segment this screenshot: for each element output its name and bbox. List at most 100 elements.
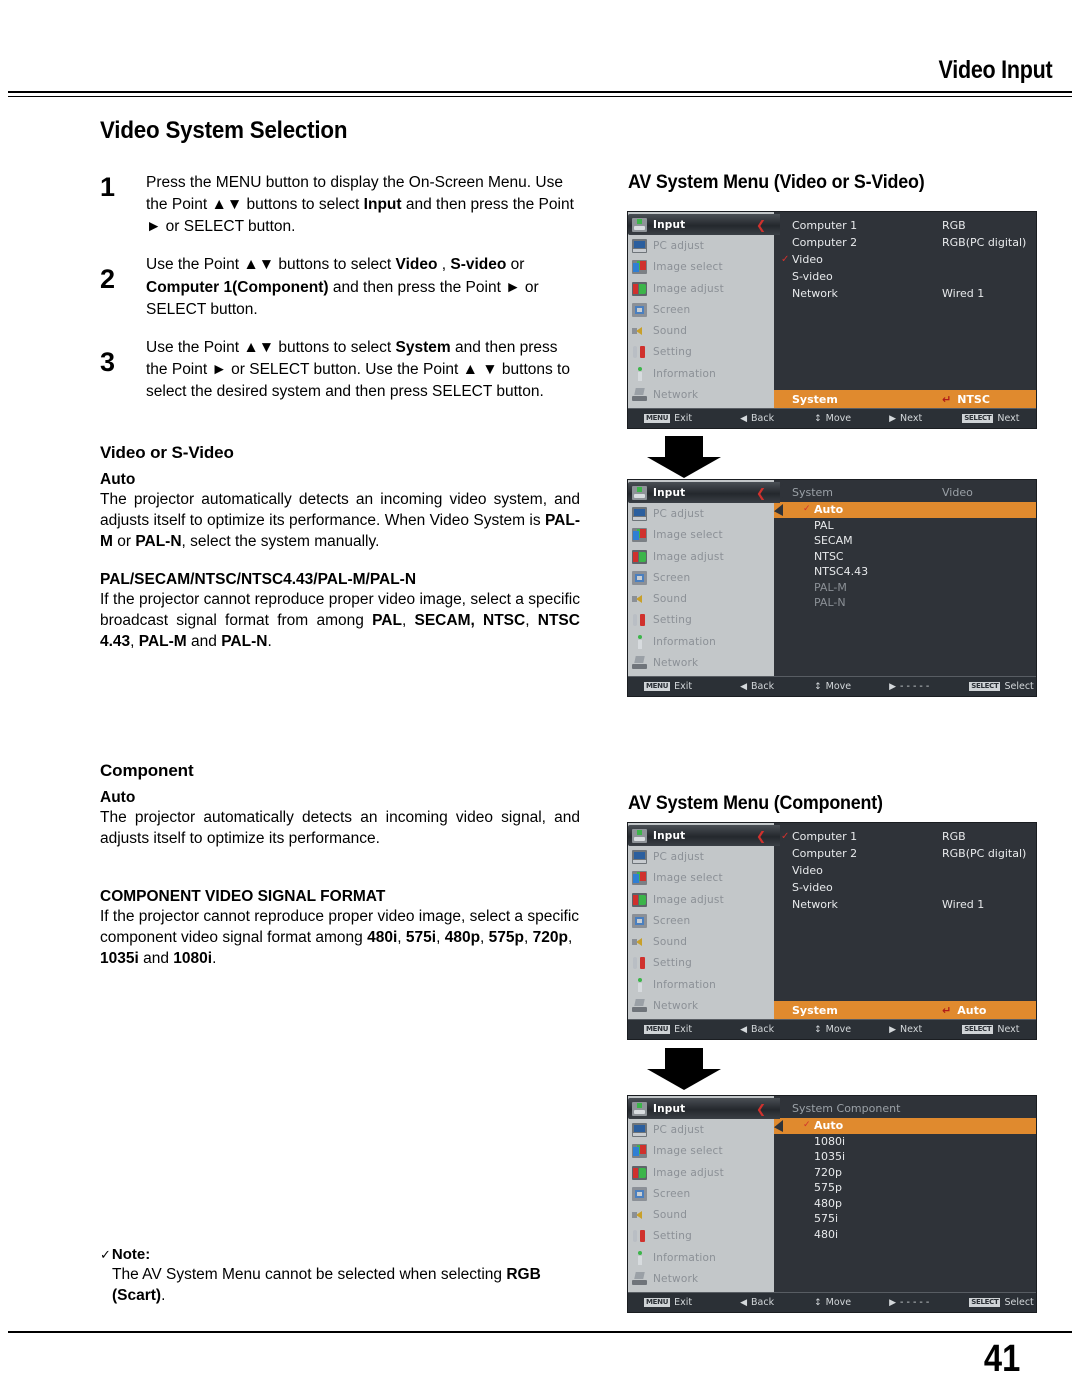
direction-icon: ↕ — [814, 681, 822, 692]
osd-system-list-item[interactable]: 1035i — [792, 1149, 1026, 1165]
osd-3-sidebar[interactable]: Input ❮ PC adjust Image select Image adjust S… — [628, 823, 780, 1019]
osd-sidebar-item-sound[interactable]: Sound — [628, 320, 774, 341]
osd-sidebar-item-setting[interactable]: Setting — [628, 610, 774, 631]
osd-sidebar-item-input[interactable]: Input ❮ — [628, 1098, 780, 1120]
osd-system-list-item[interactable]: PAL — [792, 518, 1026, 534]
key-cap: MENU — [644, 682, 671, 691]
osd-sidebar-item-screen[interactable]: Screen — [628, 1183, 774, 1204]
osd-menu-3[interactable]: Input ❮ PC adjust Image select Image adjust S… — [628, 823, 1037, 1039]
osd-system-list-item[interactable]: 480i — [792, 1227, 1026, 1243]
osd-system-list-item[interactable]: NTSC4.43 — [792, 564, 1026, 580]
osd-system-list-item[interactable]: 1080i — [792, 1134, 1026, 1150]
osd-sidebar-item-image-adjust[interactable]: Image adjust — [628, 1162, 774, 1183]
osd-input-row[interactable]: Network Wired 1 — [792, 896, 1026, 913]
image-adjust-icon — [632, 281, 647, 296]
osd-sidebar-item-sound[interactable]: Sound — [628, 931, 774, 952]
image-select-icon — [632, 871, 647, 886]
osd-sidebar-item-input[interactable]: Input ❮ — [628, 825, 780, 847]
osd-sidebar-item-pc-adjust[interactable]: PC adjust — [628, 846, 774, 867]
osd-system-list-item[interactable]: 575p — [792, 1180, 1026, 1196]
osd-sidebar-item-image-select[interactable]: Image select — [628, 525, 774, 546]
osd-sidebar-item-information[interactable]: Information — [628, 1247, 774, 1268]
osd-system-list-item[interactable]: ✓ Auto — [774, 1118, 1036, 1134]
osd-system-list-item[interactable]: 720p — [792, 1165, 1026, 1181]
osd-sidebar-item-screen[interactable]: Screen — [628, 567, 774, 588]
osd-sidebar-item-image-select[interactable]: Image select — [628, 1141, 774, 1162]
osd-system-list-item-label: 575p — [814, 1181, 842, 1194]
osd-input-row[interactable]: Network Wired 1 — [792, 285, 1026, 302]
osd-1-system-bar[interactable]: System ↵ NTSC — [774, 390, 1037, 408]
osd-system-list-item[interactable]: 480p — [792, 1196, 1026, 1212]
step-3-text: Use the Point ▲▼ buttons to select Syste… — [146, 338, 570, 401]
osd-1-sidebar[interactable]: Input ❮ PC adjust Image select Image adjust S… — [628, 212, 780, 408]
osd-4-sidebar[interactable]: Input ❮ PC adjust Image select Image adjust S… — [628, 1096, 780, 1292]
status-exit: MENU Exit — [644, 1024, 692, 1035]
osd-input-row[interactable]: Computer 2 RGB(PC digital) — [792, 845, 1026, 862]
osd-2-sidebar[interactable]: Input ❮ PC adjust Image select Image adjust S… — [628, 480, 780, 676]
osd-sidebar-item-image-adjust[interactable]: Image adjust — [628, 546, 774, 567]
osd-system-list-item[interactable]: ✓ Auto — [774, 502, 1036, 518]
osd-menu-1[interactable]: Input ❮ PC adjust Image select Image adjust S… — [628, 212, 1037, 428]
pc-adjust-icon — [632, 506, 647, 521]
osd-sidebar-item-input[interactable]: Input ❮ — [628, 482, 780, 504]
osd-sidebar-item-network[interactable]: Network — [628, 1268, 774, 1289]
osd-sidebar-item-sound[interactable]: Sound — [628, 588, 774, 609]
osd-system-list-item[interactable]: SECAM — [792, 533, 1026, 549]
input-icon — [632, 1101, 647, 1116]
osd-input-row[interactable]: ✓ Computer 1 RGB — [781, 828, 1026, 845]
osd-system-list-item[interactable]: NTSC — [792, 549, 1026, 565]
osd-sidebar-item-sound[interactable]: Sound — [628, 1204, 774, 1225]
osd-system-list-item-label: 480p — [814, 1196, 842, 1210]
osd-sidebar-item-image-select[interactable]: Image select — [628, 257, 774, 278]
osd-sidebar-item-pc-adjust[interactable]: PC adjust — [628, 503, 774, 524]
osd-3-system-bar[interactable]: System ↵ Auto — [774, 1001, 1037, 1019]
video-auto-text: The projector automatically detects an i… — [100, 491, 580, 551]
osd-sidebar-item-setting[interactable]: Setting — [628, 342, 774, 363]
osd-sidebar-item-pc-adjust[interactable]: PC adjust — [628, 235, 774, 256]
osd-sidebar-item-setting[interactable]: Setting — [628, 953, 774, 974]
check-icon: ✓ — [781, 254, 790, 265]
osd-sidebar-item-image-adjust[interactable]: Image adjust — [628, 889, 774, 910]
osd-input-row[interactable]: ✓ Video — [781, 251, 1026, 268]
step-1-number: 1 — [100, 172, 116, 202]
osd-sidebar-item-network[interactable]: Network — [628, 384, 774, 405]
selection-notch-icon — [774, 504, 783, 516]
setting-icon — [632, 613, 647, 627]
osd-sidebar-item-image-select[interactable]: Image select — [628, 868, 774, 889]
osd-sidebar-item-screen[interactable]: Screen — [628, 910, 774, 931]
osd-sidebar-item-network[interactable]: Network — [628, 995, 774, 1016]
note-heading: ✓Note: — [100, 1246, 590, 1263]
osd-input-row-value: RGB — [942, 219, 966, 232]
direction-icon: ◀ — [740, 413, 748, 424]
osd-input-row-label: Computer 2 — [792, 847, 858, 860]
osd-sidebar-item-image-adjust[interactable]: Image adjust — [628, 278, 774, 299]
osd-sidebar-item-screen[interactable]: Screen — [628, 299, 774, 320]
page-number: 41 — [983, 1338, 1020, 1380]
status-back: ◀ Back — [740, 1024, 774, 1035]
osd-input-row[interactable]: Computer 2 RGB(PC digital) — [792, 234, 1026, 251]
osd-sidebar-item-pc-adjust[interactable]: PC adjust — [628, 1119, 774, 1140]
osd-input-row[interactable]: S-video — [792, 879, 1026, 896]
osd-system-list-item[interactable]: PAL-N — [792, 595, 1026, 611]
osd-sidebar-item-information[interactable]: Information — [628, 631, 774, 652]
check-icon: ✓ — [803, 504, 811, 514]
component-formats-text: If the projector cannot reproduce proper… — [100, 907, 580, 967]
osd-input-row[interactable]: S-video — [792, 268, 1026, 285]
osd-sidebar-item-information[interactable]: Information — [628, 363, 774, 384]
status-select: SELECT Next — [962, 413, 1020, 424]
osd-2-body: Input ❮ PC adjust Image select Image adjust S… — [628, 480, 1036, 676]
osd-input-row[interactable]: Computer 1 RGB — [792, 217, 1026, 234]
status-label: Exit — [674, 1297, 693, 1308]
osd-input-row[interactable]: Video — [792, 862, 1026, 879]
osd-system-list-item[interactable]: PAL-M — [792, 580, 1026, 596]
osd-sidebar-item-label: PC adjust — [653, 239, 705, 252]
osd-system-list-item[interactable]: 575i — [792, 1211, 1026, 1227]
osd-sidebar-item-information[interactable]: Information — [628, 974, 774, 995]
osd-sidebar-item-network[interactable]: Network — [628, 652, 774, 673]
osd-menu-2[interactable]: Input ❮ PC adjust Image select Image adjust S… — [628, 480, 1036, 696]
osd-menu-4[interactable]: Input ❮ PC adjust Image select Image adjust S… — [628, 1096, 1036, 1312]
osd-3-system-value: Auto — [957, 1003, 987, 1017]
osd-input-row-value: RGB — [942, 830, 966, 843]
osd-sidebar-item-input[interactable]: Input ❮ — [628, 214, 780, 236]
osd-sidebar-item-setting[interactable]: Setting — [628, 1226, 774, 1247]
